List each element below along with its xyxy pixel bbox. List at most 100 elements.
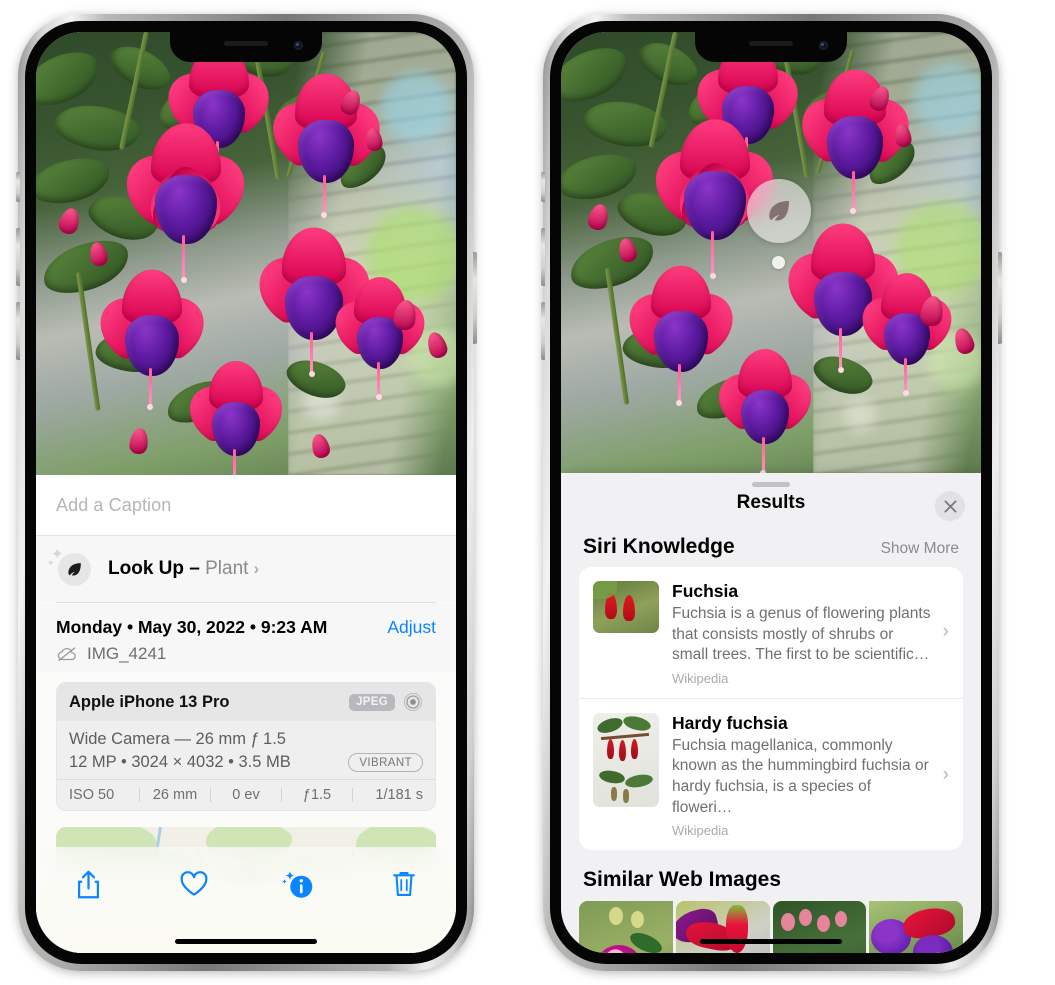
result-thumbnail <box>593 581 659 633</box>
caption-input[interactable]: Add a Caption <box>56 495 171 516</box>
result-description: Fuchsia is a genus of flowering plants t… <box>672 605 931 664</box>
device-bezel: Results Siri Knowledge Show More Fuchsia… <box>550 21 992 964</box>
show-more-button[interactable]: Show More <box>881 540 959 558</box>
delete-button[interactable] <box>381 861 427 907</box>
date-row: Monday • May 30, 2022 • 9:23 AM Adjust <box>56 617 436 638</box>
format-badge: JPEG <box>349 693 395 711</box>
left-screen: Add a Caption ✦ ✦ Look Up – Plant › Mond… <box>36 32 456 953</box>
exif-iso: ISO 50 <box>69 787 115 803</box>
lens-label: Wide Camera — 26 mm ƒ 1.5 <box>69 730 286 748</box>
camera-info-card: Apple iPhone 13 Pro JPEG Wide Camera — 2… <box>56 682 436 811</box>
web-image-thumbnail[interactable] <box>579 901 673 953</box>
photo-info-panel: Add a Caption ✦ ✦ Look Up – Plant › Mond… <box>36 475 456 953</box>
photo-viewer[interactable] <box>561 32 981 473</box>
fuchsia-flower <box>178 361 294 475</box>
adjust-button[interactable]: Adjust <box>387 617 436 638</box>
result-source: Wikipedia <box>672 670 729 686</box>
leaf-icon <box>769 201 789 221</box>
result-source: Wikipedia <box>672 823 729 839</box>
size-label: 12 MP • 3024 × 4032 • 3.5 MB <box>69 753 291 771</box>
size-row: 12 MP • 3024 × 4032 • 3.5 MB VIBRANT <box>69 753 423 772</box>
ring-switch[interactable] <box>540 172 545 202</box>
volume-up-button[interactable] <box>540 228 545 286</box>
caption-field-row[interactable]: Add a Caption <box>36 475 456 536</box>
exif-ev: 0 ev <box>232 787 260 803</box>
exif-shutter: 1/181 s <box>375 787 423 803</box>
leaf-icon <box>58 553 91 586</box>
fuchsia-flower <box>324 277 436 400</box>
heart-icon <box>180 871 207 896</box>
web-image-thumbnail[interactable] <box>772 901 867 953</box>
list-item[interactable]: Hardy fuchsia Fuchsia magellanica, commo… <box>579 697 963 850</box>
info-sparkle-icon <box>282 871 313 898</box>
camera-badges: JPEG <box>349 692 423 712</box>
photo-metadata: Monday • May 30, 2022 • 9:23 AM Adjust I… <box>36 603 456 672</box>
look-up-row[interactable]: ✦ ✦ Look Up – Plant › <box>36 536 456 602</box>
info-button[interactable] <box>276 861 322 907</box>
result-title: Hardy fuchsia <box>672 712 788 733</box>
bokeh-light <box>381 72 451 142</box>
front-camera <box>819 41 828 50</box>
iphone-right-device: Results Siri Knowledge Show More Fuchsia… <box>540 14 1002 971</box>
siri-knowledge-card: Fuchsia Fuchsia is a genus of flowering … <box>579 567 963 851</box>
share-icon <box>77 870 100 898</box>
similar-web-images-strip[interactable] <box>561 901 981 953</box>
home-indicator[interactable] <box>175 939 317 944</box>
iphone-left-device: Add a Caption ✦ ✦ Look Up – Plant › Mond… <box>15 14 477 971</box>
fuchsia-flower <box>707 349 823 473</box>
results-title: Results <box>736 492 806 513</box>
volume-down-button[interactable] <box>540 302 545 360</box>
close-button[interactable] <box>935 491 965 521</box>
volume-up-button[interactable] <box>15 228 20 286</box>
right-screen: Results Siri Knowledge Show More Fuchsia… <box>561 32 981 953</box>
exif-focal: 26 mm <box>152 787 198 803</box>
siri-knowledge-title: Siri Knowledge <box>583 535 735 558</box>
home-indicator[interactable] <box>700 939 842 944</box>
chevron-right-icon: › <box>942 763 949 785</box>
result-thumbnail <box>593 712 659 807</box>
bokeh-light <box>913 62 981 134</box>
front-camera <box>294 41 303 50</box>
siri-knowledge-header: Siri Knowledge Show More <box>561 525 981 567</box>
device-notch <box>695 32 847 62</box>
photo-viewer[interactable] <box>36 32 456 475</box>
fuchsia-flower <box>112 123 260 283</box>
share-button[interactable] <box>66 861 112 907</box>
date-time-label: Monday • May 30, 2022 • 9:23 AM <box>56 617 328 637</box>
photo-toolbar <box>36 847 456 953</box>
look-up-subject: Plant <box>205 558 249 579</box>
look-up-icon-wrap: ✦ ✦ <box>47 547 92 587</box>
result-text: Fuchsia Fuchsia is a genus of flowering … <box>672 581 949 686</box>
device-bezel: Add a Caption ✦ ✦ Look Up – Plant › Mond… <box>25 21 467 964</box>
filename-row: IMG_4241 <box>56 644 436 664</box>
list-item[interactable]: Fuchsia Fuchsia is a genus of flowering … <box>579 567 963 698</box>
similar-web-images-title: Similar Web Images <box>583 868 782 892</box>
trash-icon <box>392 872 415 896</box>
result-description: Fuchsia magellanica, commonly known as t… <box>672 736 929 816</box>
filename-label: IMG_4241 <box>87 644 167 663</box>
chevron-right-icon: › <box>942 621 949 643</box>
power-button[interactable] <box>472 252 477 344</box>
power-button[interactable] <box>997 252 1002 344</box>
look-up-label: Look Up – <box>108 558 206 579</box>
result-text: Hardy fuchsia Fuchsia magellanica, commo… <box>672 713 949 838</box>
camera-model-label: Apple iPhone 13 Pro <box>69 692 230 711</box>
sparkle-icon: ✦ <box>47 558 55 568</box>
cloud-slash-icon <box>57 647 76 662</box>
web-image-thumbnail[interactable] <box>869 901 963 953</box>
device-notch <box>170 32 322 62</box>
ring-switch[interactable] <box>15 172 20 202</box>
results-sheet: Results Siri Knowledge Show More Fuchsia… <box>561 473 981 953</box>
photographic-style-badge: VIBRANT <box>348 753 423 772</box>
exif-aperture: ƒ1.5 <box>302 787 332 803</box>
exif-row: ISO 50 26 mm 0 ev ƒ1.5 1/181 s <box>57 779 435 810</box>
favorite-button[interactable] <box>171 861 217 907</box>
visual-look-up-anchor-dot <box>772 256 785 269</box>
volume-down-button[interactable] <box>15 302 20 360</box>
earpiece-speaker <box>749 41 793 46</box>
chevron-right-icon: › <box>253 559 260 578</box>
camera-card-body: Wide Camera — 26 mm ƒ 1.5 12 MP • 3024 ×… <box>57 721 435 779</box>
web-image-thumbnail[interactable] <box>675 901 770 953</box>
aperture-icon <box>403 692 423 712</box>
visual-look-up-badge[interactable] <box>747 179 811 243</box>
